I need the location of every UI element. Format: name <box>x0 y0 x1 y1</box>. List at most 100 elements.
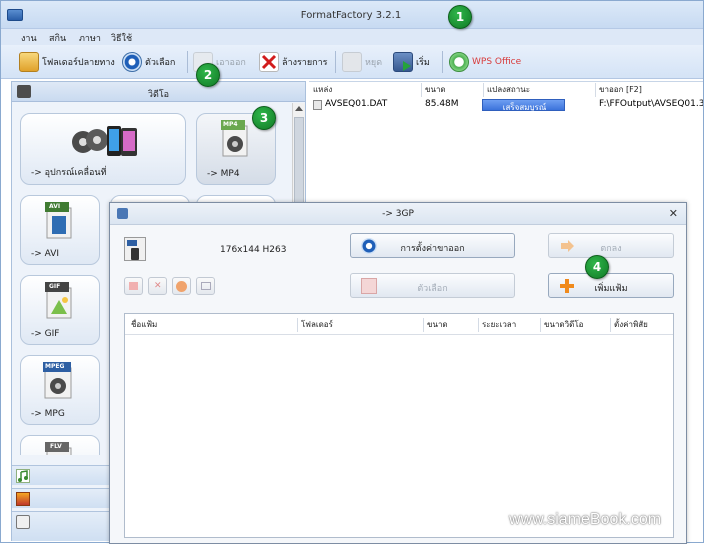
toolbar-separator <box>335 51 336 73</box>
column-file-name[interactable]: ชื่อแฟ้ม <box>131 318 157 332</box>
delete-icon[interactable]: ✕ <box>148 277 167 295</box>
column-output[interactable]: ขาออก [F2] <box>595 83 703 97</box>
flv-button[interactable]: FLV <box>20 435 100 455</box>
picture-icon <box>16 492 30 506</box>
task-output: F:\FFOutput\AVSEQ01.3gp <box>599 99 703 109</box>
wps-label: WPS Office <box>472 57 522 67</box>
callout-1: 1 <box>448 5 472 29</box>
window-title: FormatFactory 3.2.1 <box>300 10 402 21</box>
clear-icon[interactable] <box>124 277 143 295</box>
folder-icon <box>19 52 39 72</box>
options-button[interactable]: ตัวเลือก <box>122 51 175 73</box>
callout-2: 2 <box>196 63 220 87</box>
task-list: แหล่ง ขนาด แปลงสถานะ ขาออก [F2] AVSEQ01.… <box>309 81 703 206</box>
mp4-label: -> MP4 <box>207 169 240 179</box>
gif-label: -> GIF <box>31 329 60 339</box>
wps-icon <box>449 52 469 72</box>
toolbar-separator <box>187 51 188 73</box>
info-icon[interactable] <box>196 277 215 295</box>
column-source[interactable]: แหล่ง <box>313 83 332 97</box>
output-folder-button[interactable]: โฟลเดอร์ปลายทาง <box>19 51 115 73</box>
scroll-up-arrow-icon[interactable] <box>295 106 303 111</box>
clear-list-button[interactable]: ล้างรายการ <box>259 51 327 73</box>
gif-button[interactable]: GIF -> GIF <box>20 275 100 345</box>
menu-skin[interactable]: สกิน <box>49 31 66 45</box>
drive-icon <box>16 515 30 529</box>
convert-dialog: -> 3GP ✕ 176x144 H263 การตั้งค่าขาออก ตก… <box>109 202 687 544</box>
toolbar-separator <box>442 51 443 73</box>
output-folder-label: โฟลเดอร์ปลายทาง <box>42 58 115 68</box>
add-file-label: เพิ่มแฟ้ม <box>594 284 628 294</box>
music-icon <box>16 469 30 483</box>
mp4-badge: MP4 <box>223 121 238 128</box>
category-title: วิดีโอ <box>147 90 170 100</box>
avi-badge: AVI <box>49 203 61 210</box>
wps-office-button[interactable]: WPS Office <box>449 51 521 73</box>
dialog-title: -> 3GP <box>382 209 414 219</box>
mobile-devices-icon <box>71 122 141 160</box>
menu-help[interactable]: วิธีใช้ <box>111 31 132 45</box>
callout-3: 3 <box>252 106 276 130</box>
column-size[interactable]: ขนาด <box>423 318 478 332</box>
task-size: 85.48M <box>425 99 459 109</box>
avi-button[interactable]: AVI -> AVI <box>20 195 100 265</box>
option-button[interactable]: ตัวเลือก <box>350 273 515 298</box>
column-duration[interactable]: ระยะเวลา <box>478 318 540 332</box>
column-size[interactable]: ขนาด <box>421 83 483 97</box>
category-header-video[interactable]: วิดีโอ <box>12 82 305 102</box>
format-3gp-icon <box>124 237 146 261</box>
avi-file-icon: AVI <box>45 202 75 240</box>
avi-label: -> AVI <box>31 249 60 259</box>
menu-task[interactable]: งาน <box>21 31 37 45</box>
header-divider <box>125 334 673 335</box>
output-setting-label: การตั้งค่าขาออก <box>400 244 465 254</box>
mpeg-badge: MPEG <box>45 363 65 370</box>
start-label: เริ่ม <box>416 58 430 68</box>
mobile-device-label: -> อุปกรณ์เคลื่อนที่ <box>31 168 107 178</box>
start-icon <box>393 52 413 72</box>
scroll-thumb[interactable] <box>294 117 304 207</box>
ok-button[interactable]: ตกลง <box>548 233 674 258</box>
remove-label: เอาออก <box>216 58 246 68</box>
mpeg-file-icon: MPEG <box>43 362 75 400</box>
task-progress-bar: เสร็จสมบูรณ์ <box>482 99 565 112</box>
format-info: 176x144 H263 <box>220 245 287 255</box>
add-file-button[interactable]: เพิ่มแฟ้ม <box>548 273 674 298</box>
clear-list-label: ล้างรายการ <box>282 58 328 68</box>
title-bar: FormatFactory 3.2.1 <box>1 1 703 29</box>
mobile-device-button[interactable]: -> อุปกรณ์เคลื่อนที่ <box>20 113 186 185</box>
task-status: เสร็จสมบูรณ์ <box>502 103 547 112</box>
stop-icon <box>342 52 362 72</box>
option-label: ตัวเลือก <box>417 284 448 294</box>
close-icon[interactable]: ✕ <box>669 207 678 220</box>
column-status[interactable]: แปลงสถานะ <box>483 83 566 97</box>
watermark: www.siameBook.com <box>509 511 662 528</box>
stop-label: หยุด <box>365 58 383 68</box>
mpg-label: -> MPG <box>31 409 65 419</box>
column-video-size[interactable]: ขนาดวิดีโอ <box>540 318 610 332</box>
options-icon <box>122 52 142 72</box>
flv-file-icon: FLV <box>45 442 75 455</box>
dialog-title-bar: -> 3GP ✕ <box>110 203 686 225</box>
mp4-file-icon: MP4 <box>221 120 251 158</box>
menu-bar: งาน สกิน ภาษา วิธีใช้ <box>1 29 703 45</box>
gif-file-icon: GIF <box>45 282 75 320</box>
play-icon[interactable] <box>172 277 191 295</box>
menu-language[interactable]: ภาษา <box>79 31 101 45</box>
ok-label: ตกลง <box>600 244 622 254</box>
format-factory-window: FormatFactory 3.2.1 งาน สกิน ภาษา วิธีใช… <box>0 0 704 544</box>
column-range-setting[interactable]: ตั้งค่าพิสัย <box>610 318 673 332</box>
task-source: AVSEQ01.DAT <box>325 99 388 109</box>
clear-icon <box>259 52 279 72</box>
dialog-file-list[interactable]: ชื่อแฟ้ม โฟลเดอร์ ขนาด ระยะเวลา ขนาดวิดี… <box>124 313 674 538</box>
callout-4: 4 <box>585 255 609 279</box>
start-button[interactable]: เริ่ม <box>393 51 430 73</box>
options-label: ตัวเลือก <box>145 58 176 68</box>
column-folder[interactable]: โฟลเดอร์ <box>297 318 425 332</box>
toolbar: โฟลเดอร์ปลายทาง ตัวเลือก เอาออก ล้างรายก… <box>1 45 703 79</box>
file-icon <box>313 100 322 110</box>
stop-button[interactable]: หยุด <box>342 51 382 73</box>
gif-badge: GIF <box>49 283 61 290</box>
output-setting-button[interactable]: การตั้งค่าขาออก <box>350 233 515 258</box>
mpg-button[interactable]: MPEG -> MPG <box>20 355 100 425</box>
